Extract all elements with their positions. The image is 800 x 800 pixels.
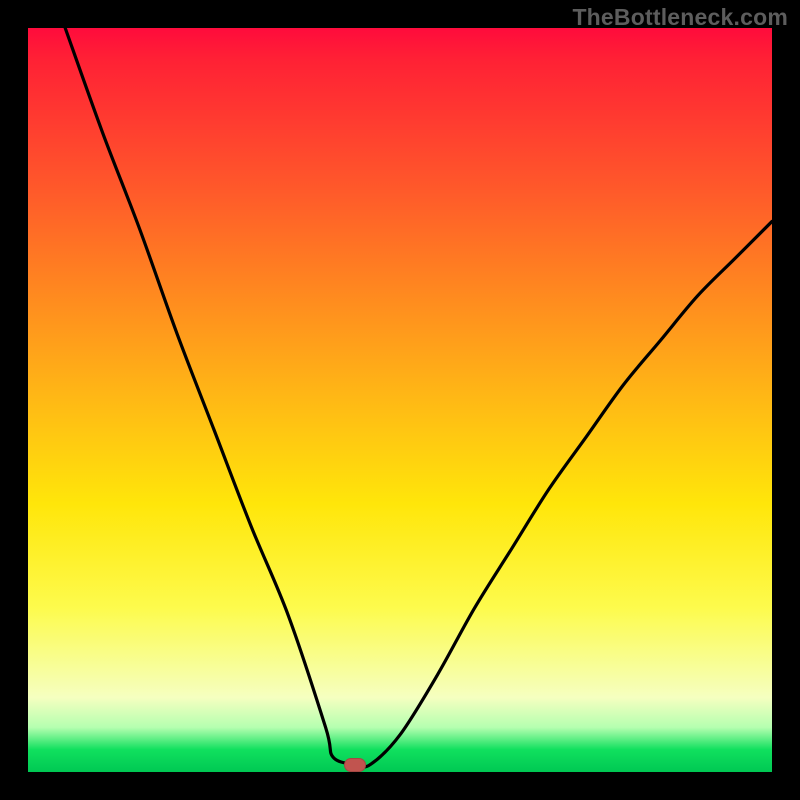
bottleneck-curve bbox=[28, 28, 772, 772]
optimal-point-marker bbox=[344, 758, 366, 772]
watermark-text: TheBottleneck.com bbox=[572, 4, 788, 31]
chart-frame: TheBottleneck.com bbox=[0, 0, 800, 800]
plot-area bbox=[28, 28, 772, 772]
